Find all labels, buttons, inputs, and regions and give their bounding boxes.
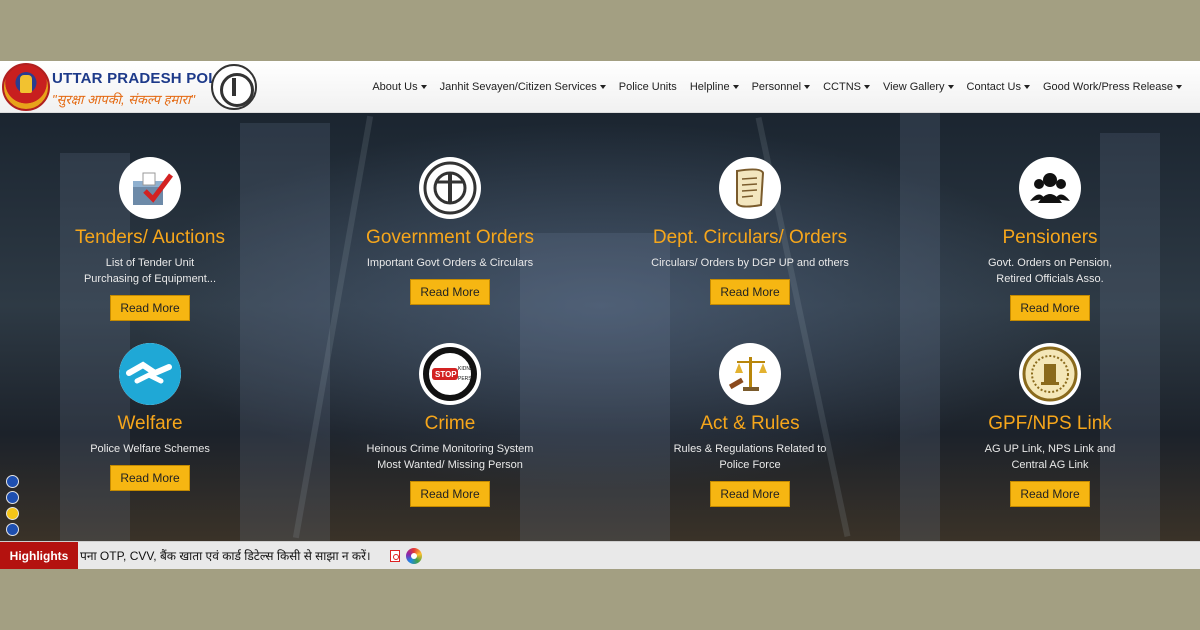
- card-description: Important Govt Orders & Circulars: [315, 255, 585, 271]
- card-title[interactable]: Pensioners: [915, 227, 1185, 249]
- read-more-button[interactable]: Read More: [710, 481, 790, 507]
- ballot-box-icon[interactable]: [119, 157, 181, 219]
- caret-down-icon: [1176, 85, 1182, 89]
- svg-text:PERS: PERS: [458, 376, 472, 382]
- scales-gavel-icon[interactable]: [719, 343, 781, 405]
- police-seal-logo-icon: [211, 64, 257, 110]
- read-more-button[interactable]: Read More: [410, 279, 490, 305]
- read-more-button[interactable]: Read More: [110, 295, 190, 321]
- nav-item-label: CCTNS: [823, 81, 861, 93]
- service-card-act-rules: Act & Rules Rules & Regulations Related t…: [615, 343, 885, 507]
- read-more-button[interactable]: Read More: [1010, 295, 1090, 321]
- slider-dot[interactable]: [6, 507, 19, 520]
- caret-down-icon: [599, 85, 606, 89]
- service-card-gpf-nps-link: GPF/NPS Link AG UP Link, NPS Link and Cent…: [915, 343, 1185, 507]
- nav-item-label: Janhit Sevayen/Citizen Services: [439, 81, 597, 93]
- site-header: UTTAR PRADESH POLICE "सुरक्षा आपकी, संकल…: [0, 61, 1200, 113]
- nav-item-label: Personnel: [751, 81, 802, 93]
- card-description-line: Central AG Link: [1011, 459, 1089, 471]
- read-more-button[interactable]: Read More: [410, 481, 490, 507]
- card-description-line: Purchasing of Equipment...: [83, 273, 217, 285]
- card-description-line: Circulars/ Orders by DGP UP and others: [651, 257, 849, 269]
- caret-down-icon: [947, 85, 954, 89]
- card-description: List of Tender Unit Purchasing of Equipme…: [15, 255, 285, 287]
- card-title[interactable]: Tenders/ Auctions: [15, 227, 285, 249]
- nav-item-label: Good Work/Press Release: [1042, 81, 1173, 93]
- card-description-line: Govt. Orders on Pension,: [987, 257, 1113, 269]
- nav-item-janhit-sevayen-citizen-services[interactable]: Janhit Sevayen/Citizen Services: [440, 81, 606, 93]
- page-frame: UTTAR PRADESH POLICE "सुरक्षा आपकी, संकल…: [0, 61, 1200, 569]
- card-title[interactable]: Government Orders: [315, 227, 585, 249]
- card-title[interactable]: GPF/NPS Link: [915, 413, 1185, 435]
- highlights-ticker-text[interactable]: पना OTP, CVV, बैंक खाता एवं कार्ड डिटेल्…: [80, 542, 371, 569]
- nav-item-label: About Us: [372, 81, 418, 93]
- card-description-line: Retired Officials Asso.: [996, 273, 1104, 285]
- police-seal-icon[interactable]: [419, 157, 481, 219]
- highlights-label: Highlights: [0, 542, 78, 569]
- nav-item-cctns[interactable]: CCTNS: [823, 81, 870, 93]
- card-title[interactable]: Act & Rules: [615, 413, 885, 435]
- card-description: Circulars/ Orders by DGP UP and others: [615, 255, 885, 271]
- nav-item-personnel[interactable]: Personnel: [752, 81, 811, 93]
- card-description: Heinous Crime Monitoring System Most Want…: [315, 441, 585, 473]
- caret-down-icon: [864, 85, 870, 89]
- slider-dot[interactable]: [6, 475, 19, 488]
- caret-down-icon: [1023, 85, 1030, 89]
- card-description-line: Police Welfare Schemes: [90, 443, 210, 455]
- service-card-pensioners: Pensioners Govt. Orders on Pension, Retire…: [915, 157, 1185, 321]
- card-description: Police Welfare Schemes: [15, 441, 285, 457]
- users-icon[interactable]: [1019, 157, 1081, 219]
- slider-dots: [6, 475, 19, 536]
- service-card-crime: STOP KIDNA PERS Crime Heinous Crime Monitori…: [315, 343, 585, 507]
- service-card-welfare: Welfare Police Welfare Schemes Read More: [15, 343, 285, 491]
- card-description: Govt. Orders on Pension, Retired Official…: [915, 255, 1185, 287]
- read-more-button[interactable]: Read More: [710, 279, 790, 305]
- card-description-line: AG UP Link, NPS Link and: [984, 443, 1116, 455]
- svg-text:STOP: STOP: [435, 370, 457, 379]
- slider-dot[interactable]: [6, 523, 19, 536]
- nav-item-label: Helpline: [689, 81, 730, 93]
- caret-down-icon: [732, 85, 739, 89]
- card-description: Rules & Regulations Related to Police For…: [615, 441, 885, 473]
- slider-dot[interactable]: [6, 491, 19, 504]
- service-card-tenders-auctions: Tenders/ Auctions List of Tender Unit Purc…: [15, 157, 285, 321]
- up-police-emblem-icon[interactable]: [2, 63, 50, 111]
- caret-down-icon: [804, 85, 811, 89]
- read-more-button[interactable]: Read More: [110, 465, 190, 491]
- nav-item-police-units[interactable]: Police Units: [619, 81, 677, 93]
- site-tagline: "सुरक्षा आपकी, संकल्प हमारा": [52, 92, 195, 107]
- nav-item-label: View Gallery: [883, 81, 945, 93]
- card-description-line: Important Govt Orders & Circulars: [366, 257, 534, 269]
- card-description-line: Heinous Crime Monitoring System: [366, 443, 534, 455]
- nav-item-label: Contact Us: [966, 81, 1021, 93]
- card-description-line: Rules & Regulations Related to: [673, 443, 827, 455]
- hero-banner: Tenders/ Auctions List of Tender Unit Purc…: [0, 113, 1200, 541]
- card-description-line: Police Force: [719, 459, 781, 471]
- handshake-icon[interactable]: [119, 343, 181, 405]
- emblem-seal-icon[interactable]: [1019, 343, 1081, 405]
- nav-item-good-work-press-release[interactable]: Good Work/Press Release: [1043, 81, 1182, 93]
- main-nav: About Us Janhit Sevayen/Citizen Services P…: [372, 61, 1182, 113]
- read-more-button[interactable]: Read More: [1010, 481, 1090, 507]
- stop-sign-icon[interactable]: STOP KIDNA PERS: [419, 343, 481, 405]
- service-card-government-orders: Government Orders Important Govt Orders &…: [315, 157, 585, 305]
- svg-text:KIDNA: KIDNA: [458, 366, 474, 372]
- card-description-line: Most Wanted/ Missing Person: [377, 459, 523, 471]
- highlights-bar: Highlights पना OTP, CVV, बैंक खाता एवं क…: [0, 541, 1200, 569]
- nav-item-helpline[interactable]: Helpline: [690, 81, 739, 93]
- card-title[interactable]: Crime: [315, 413, 585, 435]
- pdf-icon[interactable]: [390, 550, 400, 562]
- card-title[interactable]: Welfare: [15, 413, 285, 435]
- new-badge-icon: [406, 548, 422, 564]
- card-description: AG UP Link, NPS Link and Central AG Link: [915, 441, 1185, 473]
- scroll-icon[interactable]: [719, 157, 781, 219]
- nav-item-label: Police Units: [618, 81, 677, 93]
- nav-item-view-gallery[interactable]: View Gallery: [883, 81, 954, 93]
- card-description-line: List of Tender Unit: [105, 257, 195, 269]
- caret-down-icon: [420, 85, 427, 89]
- nav-item-contact-us[interactable]: Contact Us: [967, 81, 1030, 93]
- card-title[interactable]: Dept. Circulars/ Orders: [615, 227, 885, 249]
- service-card-dept-circulars-orders: Dept. Circulars/ Orders Circulars/ Orders…: [615, 157, 885, 305]
- nav-item-about-us[interactable]: About Us: [372, 81, 427, 93]
